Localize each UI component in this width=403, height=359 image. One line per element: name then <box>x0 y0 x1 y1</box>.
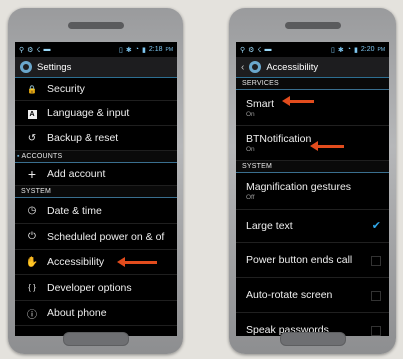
section-header-system: SYSTEM <box>236 161 389 173</box>
system-item-large-text[interactable]: Large text ✔ <box>236 210 389 243</box>
clock-time: 2:20 <box>360 46 375 53</box>
item-label: Magnification gestures <box>246 181 352 193</box>
notification-icons: ⚲ ⚙ ☇ ▬ <box>19 46 51 54</box>
braces-icon: { } <box>28 283 36 292</box>
highlight-arrow <box>310 141 344 151</box>
clock-time: 2:18 <box>148 46 163 53</box>
back-chevron-icon[interactable]: ‹ <box>241 62 244 73</box>
checkbox[interactable] <box>371 326 381 336</box>
item-label: Smart <box>246 97 275 110</box>
item-label: Accessibility <box>47 256 105 268</box>
clock-icon: ◷ <box>27 205 37 216</box>
settings-item-developer[interactable]: { } Developer options <box>15 275 177 301</box>
settings-gear-icon <box>249 61 262 73</box>
system-icons: ▯ ✱ ◔ ▮ 2:18 PM <box>119 46 173 54</box>
checkmark-icon[interactable]: ✔ <box>372 219 381 232</box>
settings-item-language[interactable]: A Language & input <box>15 101 177 126</box>
item-label: Date & time <box>47 204 102 217</box>
item-label: About phone <box>47 307 107 319</box>
system-item-power-button[interactable]: Power button ends call <box>236 243 389 278</box>
settings-item-add-account[interactable]: + Add account <box>15 163 177 186</box>
item-label: Developer options <box>47 281 132 294</box>
highlight-arrow <box>282 96 314 106</box>
item-status: Off <box>246 194 255 201</box>
system-item-auto-rotate[interactable]: Auto-rotate screen <box>236 278 389 313</box>
action-bar[interactable]: Settings <box>15 57 177 78</box>
highlight-arrow <box>117 257 157 267</box>
system-icons: ▯ ✱ ◔ ▮ 2:20 PM <box>331 46 385 54</box>
status-bar: ⚲ ⚙ ☇ ▬ ▯ ✱ ◔ ▮ 2:20 PM <box>236 42 389 57</box>
checkbox[interactable] <box>371 256 381 266</box>
keyboard-icon: A <box>27 109 37 119</box>
item-label: Power button ends call <box>246 254 353 266</box>
section-header-services: SERVICES <box>236 78 389 90</box>
section-label: SERVICES <box>242 80 279 87</box>
left-phone: ⚲ ⚙ ☇ ▬ ▯ ✱ ◔ ▮ 2:18 PM Settings 🔒 Security A L… <box>8 8 183 354</box>
service-item-btnotification[interactable]: BTNotification On <box>236 126 389 161</box>
settings-item-backup[interactable]: ↺ Backup & reset <box>15 126 177 151</box>
clock-ampm: PM <box>377 46 386 53</box>
service-item-smart[interactable]: Smart On <box>236 90 389 126</box>
item-label: Language & input <box>47 107 130 119</box>
item-label: Backup & reset <box>47 132 119 144</box>
lock-icon: 🔒 <box>27 84 37 94</box>
section-header-system: SYSTEM <box>15 186 177 198</box>
page-title: Accessibility <box>266 61 319 73</box>
clock-ampm: PM <box>165 46 174 53</box>
system-item-magnification[interactable]: Magnification gestures Off <box>236 173 389 210</box>
settings-item-about[interactable]: ⓘ About phone <box>15 301 177 326</box>
accessibility-screen: ⚲ ⚙ ☇ ▬ ▯ ✱ ◔ ▮ 2:20 PM ‹ Accessibility SERVICE… <box>236 42 389 336</box>
page-title: Settings <box>37 61 72 73</box>
speaker-grille <box>285 22 341 29</box>
item-label: Large text <box>246 220 293 232</box>
hand-icon: ✋ <box>25 256 39 268</box>
item-label: Scheduled power on & of <box>47 230 165 243</box>
settings-item-scheduled-power[interactable]: ⏻ Scheduled power on & of <box>15 224 177 250</box>
item-label: Add account <box>47 168 106 180</box>
home-button[interactable] <box>63 332 129 346</box>
plus-icon: + <box>27 166 37 182</box>
right-phone: ⚲ ⚙ ☇ ▬ ▯ ✱ ◔ ▮ 2:20 PM ‹ Accessibility SERVICE… <box>229 8 396 354</box>
speaker-grille <box>68 22 124 29</box>
settings-item-accessibility[interactable]: ✋ Accessibility <box>15 250 177 275</box>
checkbox[interactable] <box>371 291 381 301</box>
item-label: Auto-rotate screen <box>246 289 333 301</box>
info-icon: ⓘ <box>27 309 37 321</box>
section-label: ACCOUNTS <box>21 153 63 160</box>
settings-gear-icon <box>20 61 32 73</box>
settings-screen: ⚲ ⚙ ☇ ▬ ▯ ✱ ◔ ▮ 2:18 PM Settings 🔒 Security A L… <box>15 42 177 336</box>
item-label: Security <box>47 83 85 95</box>
settings-item-date-time[interactable]: ◷ Date & time <box>15 198 177 224</box>
action-bar[interactable]: ‹ Accessibility <box>236 57 389 78</box>
settings-item-security[interactable]: 🔒 Security <box>15 78 177 101</box>
backup-icon: ↺ <box>27 132 37 144</box>
home-button[interactable] <box>280 332 346 346</box>
section-header-accounts: ▪ ACCOUNTS <box>15 151 177 163</box>
section-label: SYSTEM <box>242 163 272 170</box>
status-bar: ⚲ ⚙ ☇ ▬ ▯ ✱ ◔ ▮ 2:18 PM <box>15 42 177 57</box>
item-status: On <box>246 110 255 118</box>
section-label: SYSTEM <box>21 188 51 195</box>
power-icon: ⏻ <box>28 231 36 242</box>
notification-icons: ⚲ ⚙ ☇ ▬ <box>240 46 272 54</box>
